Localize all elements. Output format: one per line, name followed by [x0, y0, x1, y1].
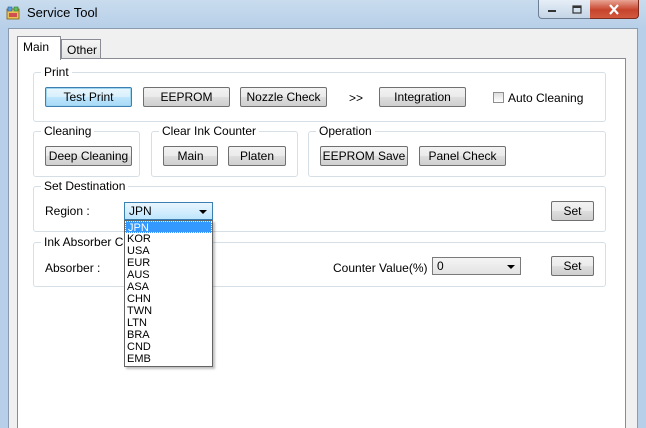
- minimize-button[interactable]: [538, 0, 566, 19]
- clear-ink-counter-group-title: Clear Ink Counter: [159, 124, 260, 138]
- region-option[interactable]: EMB: [125, 353, 212, 365]
- integration-arrow: >>: [349, 91, 364, 105]
- region-option[interactable]: LTN: [125, 317, 212, 329]
- ink-absorber-group-title: Ink Absorber Co: [41, 235, 134, 249]
- absorber-label: Absorber :: [45, 261, 101, 275]
- region-option[interactable]: AUS: [125, 269, 212, 281]
- service-tool-app-icon: [6, 6, 20, 20]
- auto-cleaning-label[interactable]: Auto Cleaning: [508, 91, 583, 105]
- chevron-down-icon: [507, 265, 515, 269]
- region-option[interactable]: CHN: [125, 293, 212, 305]
- region-select-value: JPN: [129, 204, 152, 218]
- window-title: Service Tool: [27, 5, 98, 20]
- absorber-set-button[interactable]: Set: [551, 256, 594, 276]
- region-option[interactable]: CND: [125, 341, 212, 353]
- region-option[interactable]: KOR: [125, 233, 212, 245]
- tab-other-label: Other: [67, 43, 98, 57]
- title-bar[interactable]: Service Tool: [0, 0, 646, 26]
- region-select[interactable]: JPN: [124, 202, 213, 220]
- tab-main-label: Main: [23, 40, 50, 54]
- region-option[interactable]: JPN: [125, 221, 212, 234]
- region-dropdown-list: JPN KOR USA EUR AUS ASA CHN TWN LTN BRA …: [124, 220, 213, 367]
- tab-other[interactable]: Other: [61, 39, 101, 59]
- maximize-button[interactable]: [564, 0, 591, 19]
- minimize-icon: [548, 10, 556, 12]
- eeprom-save-button[interactable]: EEPROM Save: [320, 146, 408, 166]
- close-icon: [609, 3, 619, 15]
- print-group-title: Print: [41, 65, 72, 79]
- integration-button[interactable]: Integration: [379, 87, 466, 107]
- clear-platen-button[interactable]: Platen: [228, 146, 286, 166]
- nozzle-check-button[interactable]: Nozzle Check: [240, 87, 327, 107]
- auto-cleaning-checkbox[interactable]: [493, 92, 504, 103]
- panel-check-button[interactable]: Panel Check: [419, 146, 506, 166]
- set-destination-group-title: Set Destination: [41, 179, 129, 193]
- test-print-button[interactable]: Test Print: [45, 87, 132, 107]
- region-option[interactable]: EUR: [125, 257, 212, 269]
- region-set-button[interactable]: Set: [551, 201, 594, 221]
- counter-value-select[interactable]: 0: [432, 257, 521, 275]
- set-destination-group: Set Destination: [33, 179, 606, 232]
- cleaning-group-title: Cleaning: [41, 124, 95, 138]
- deep-cleaning-button[interactable]: Deep Cleaning: [45, 146, 132, 166]
- clear-main-button[interactable]: Main: [163, 146, 218, 166]
- tab-main[interactable]: Main: [17, 36, 61, 60]
- region-option[interactable]: USA: [125, 245, 212, 257]
- eeprom-button[interactable]: EEPROM: [143, 87, 230, 107]
- operation-group-title: Operation: [316, 124, 375, 138]
- region-option[interactable]: BRA: [125, 329, 212, 341]
- counter-value-label: Counter Value(%) :: [333, 261, 435, 275]
- chevron-down-icon: [199, 210, 207, 214]
- service-tool-window: Service Tool Main Other Print Test Print…: [0, 0, 646, 428]
- counter-value-select-value: 0: [437, 259, 444, 273]
- region-option[interactable]: TWN: [125, 305, 212, 317]
- maximize-icon: [572, 4, 582, 14]
- region-option[interactable]: ASA: [125, 281, 212, 293]
- close-button[interactable]: [590, 0, 639, 19]
- region-label: Region :: [45, 204, 90, 218]
